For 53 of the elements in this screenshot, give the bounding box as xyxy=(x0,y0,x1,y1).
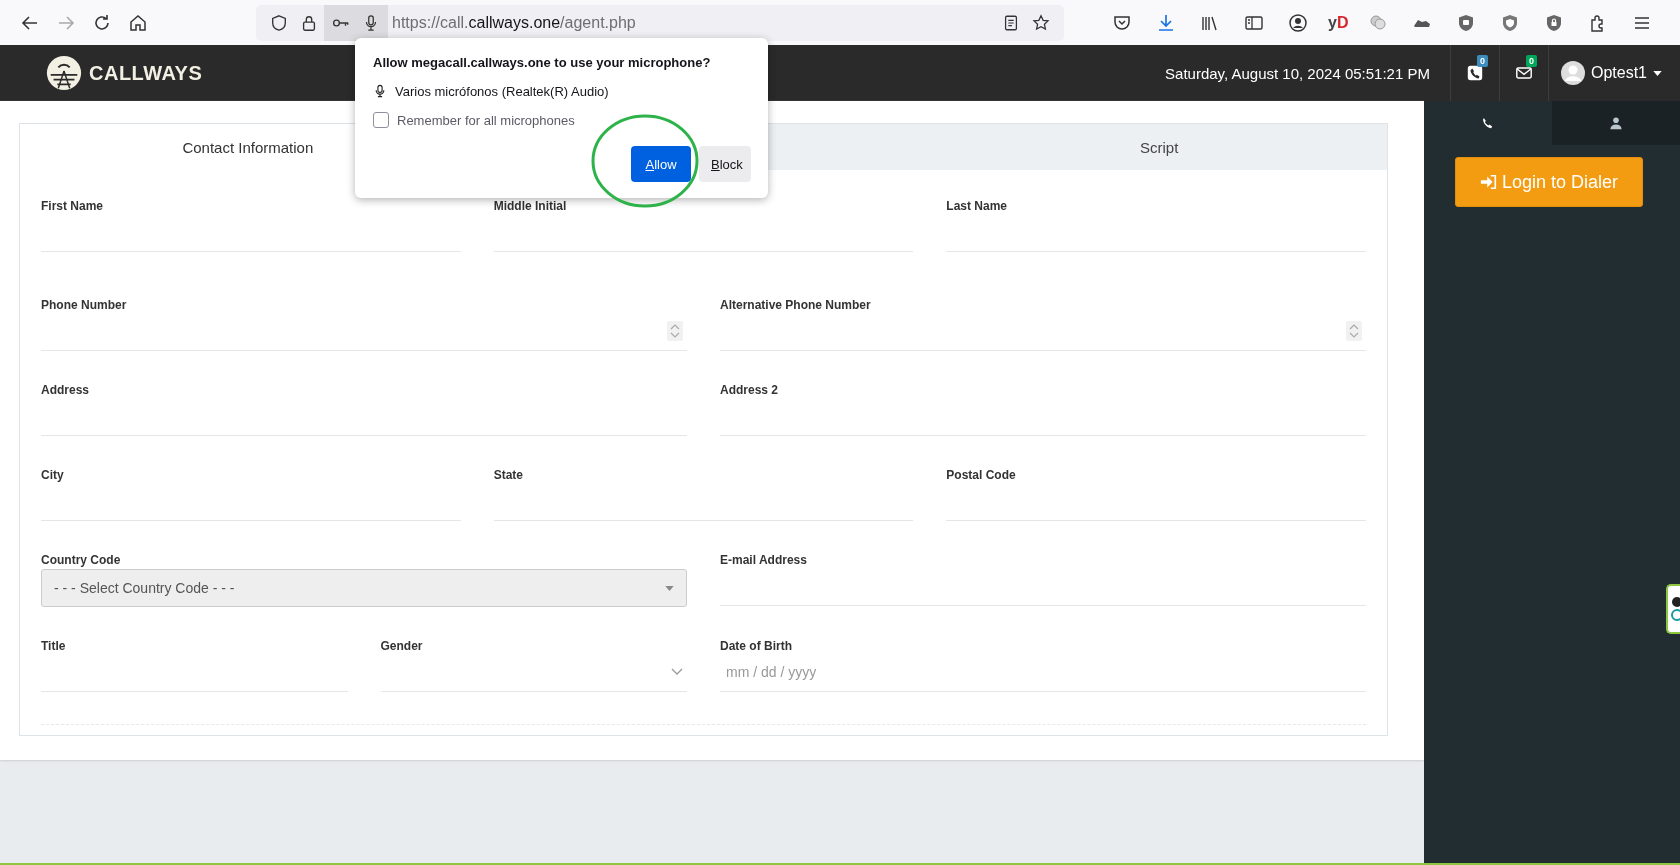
person-icon xyxy=(1609,116,1623,130)
sign-in-icon xyxy=(1479,173,1498,191)
address-bar[interactable]: https://call.callways.one/agent.php xyxy=(256,4,1064,41)
phone-icon xyxy=(1465,64,1484,82)
block-button[interactable]: Block xyxy=(699,146,751,182)
field-label: Gender xyxy=(380,639,424,653)
microphone-icon xyxy=(373,83,387,99)
field-label: Middle Initial xyxy=(493,199,568,213)
permissions-button[interactable] xyxy=(324,4,388,41)
avatar-icon xyxy=(1560,61,1585,85)
circle-icon xyxy=(1668,596,1680,622)
field-label: Date of Birth xyxy=(720,639,793,653)
chevron-icon xyxy=(671,668,683,676)
date-time: Saturday, August 10, 2024 05:51:21 PM xyxy=(1165,64,1430,82)
side-widget-tab[interactable] xyxy=(1666,584,1680,634)
home-icon[interactable] xyxy=(128,12,148,33)
field-label: Country Code xyxy=(41,553,122,567)
field-label: Postal Code xyxy=(946,468,1017,482)
count-badge: 0 xyxy=(1476,55,1488,67)
phone-icon xyxy=(1481,116,1495,130)
brand-name: CALLWAYS xyxy=(89,61,203,85)
field-label: Phone Number xyxy=(41,298,128,312)
reader-view-icon[interactable] xyxy=(1002,13,1020,32)
allow-button[interactable]: Allow xyxy=(631,146,691,182)
caret-icon xyxy=(1653,70,1662,76)
shield-icon[interactable] xyxy=(270,13,288,32)
field-label: Address xyxy=(41,383,91,397)
field-label: State xyxy=(493,468,524,482)
download-icon[interactable] xyxy=(1156,12,1176,33)
field-label: City xyxy=(41,468,65,482)
field-label: Last Name xyxy=(946,199,1009,213)
field-label: E-mail Address xyxy=(720,553,808,567)
logo-icon xyxy=(45,54,83,92)
lock-icon[interactable] xyxy=(300,13,318,32)
popup-question: Allow megacall.callways.one to use your microphone? xyxy=(373,55,712,70)
field-label: First Name xyxy=(41,199,105,213)
account-icon[interactable] xyxy=(1288,12,1308,33)
reload-icon[interactable] xyxy=(92,12,112,33)
caret-icon xyxy=(665,585,674,591)
device-name: Varios micrófonos (Realtek(R) Audio) xyxy=(395,83,609,99)
url-text[interactable]: https://call.callways.one/agent.php xyxy=(392,13,636,32)
star-icon[interactable] xyxy=(1032,13,1050,32)
select-field[interactable]: - - - Select Country Code - - - xyxy=(41,569,687,607)
tab[interactable]: Script xyxy=(931,124,1387,170)
spinner-icon xyxy=(667,321,683,341)
count-badge: 0 xyxy=(1525,55,1537,67)
extension-button[interactable]: yD xyxy=(1328,13,1349,32)
mail-icon xyxy=(1514,64,1533,82)
spinner-icon xyxy=(1346,321,1362,341)
field-label: Title xyxy=(41,639,67,653)
field-label: Alternative Phone Number xyxy=(720,298,872,312)
field-label: Address 2 xyxy=(720,383,780,397)
remember-checkbox[interactable] xyxy=(373,112,389,128)
